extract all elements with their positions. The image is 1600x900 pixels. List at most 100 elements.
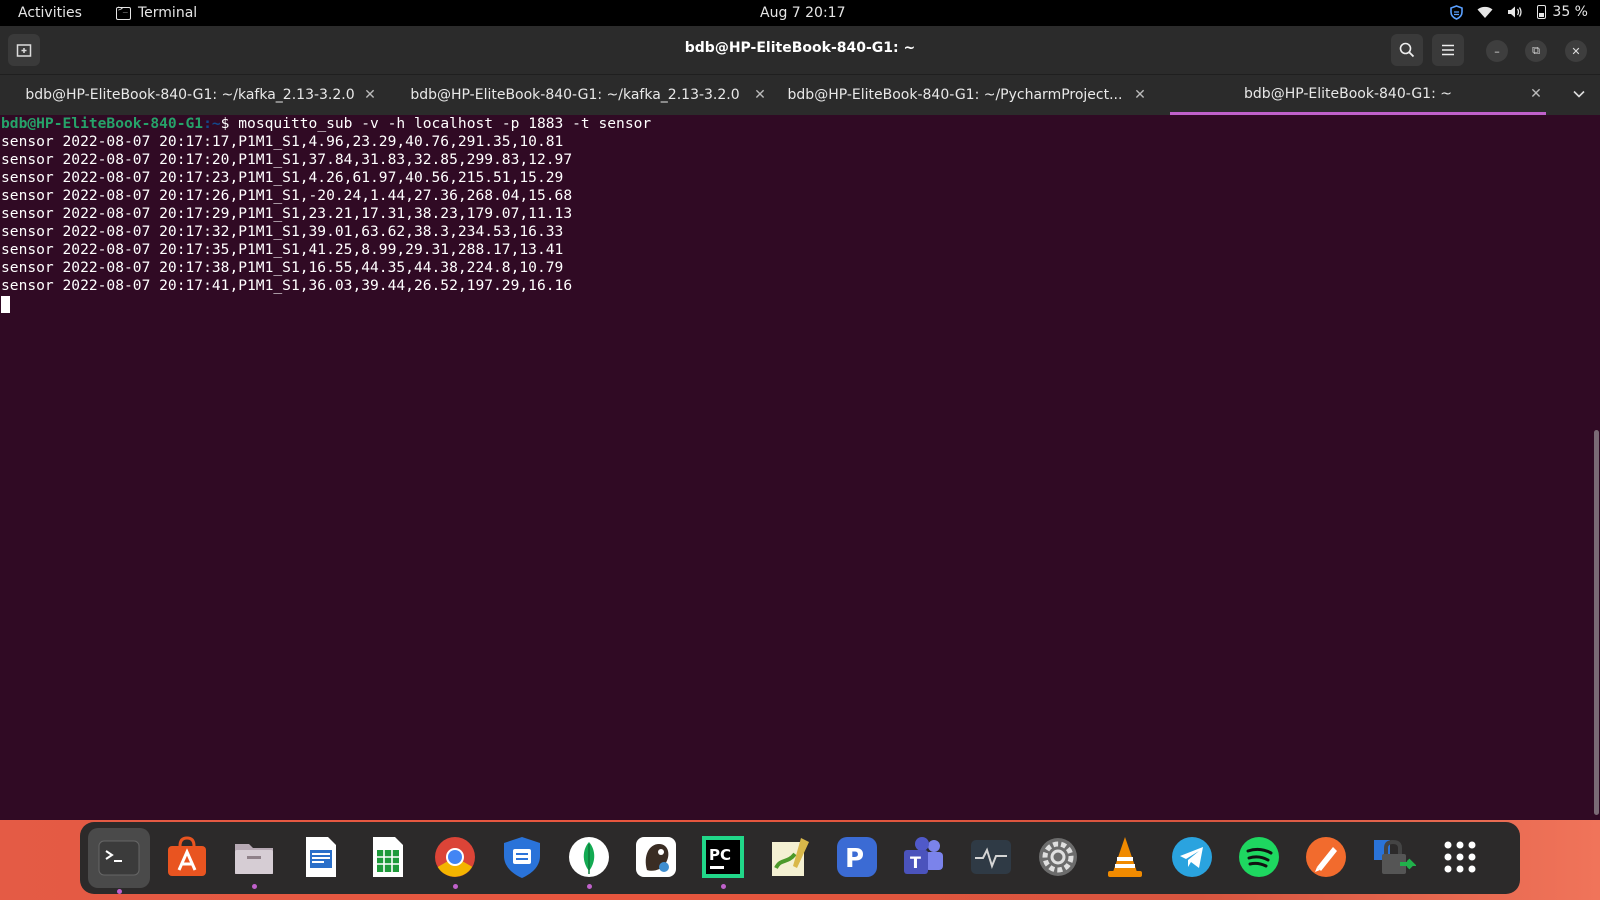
battery-percent: 35 % (1552, 4, 1588, 20)
running-indicator (452, 884, 458, 889)
battery-indicator[interactable]: 35 % (1537, 4, 1588, 20)
svg-text:T: T (910, 853, 921, 872)
tab-label: bdb@HP-EliteBook-840-G1: ~ (1244, 85, 1452, 102)
app-menu[interactable]: Terminal (116, 4, 198, 21)
teams-icon: T (904, 837, 943, 874)
dock-notes[interactable] (764, 831, 816, 883)
tab-pycharm[interactable]: bdb@HP-EliteBook-840-G1: ~/PycharmProjec… (780, 75, 1150, 115)
tab-close-icon[interactable]: ✕ (360, 87, 380, 103)
svg-text:P: P (845, 844, 864, 874)
tab-close-icon[interactable]: ✕ (750, 87, 770, 103)
dock-software-center[interactable] (161, 831, 213, 883)
prompt-symbol: $ (220, 115, 239, 132)
calc-icon (373, 837, 403, 877)
dock-mongodb[interactable] (563, 831, 615, 889)
close-icon: ✕ (1571, 44, 1581, 58)
spotify-icon (1239, 837, 1279, 877)
terminal-view[interactable]: bdb@HP-EliteBook-840-G1:~$ mosquitto_sub… (0, 115, 1600, 820)
tab-bar: bdb@HP-EliteBook-840-G1: ~/kafka_2.13-3.… (0, 74, 1600, 115)
tab-kafka-1[interactable]: bdb@HP-EliteBook-840-G1: ~/kafka_2.13-3.… (20, 75, 380, 115)
dock-shield-app[interactable] (496, 831, 548, 883)
lock-app-icon (1374, 839, 1416, 874)
shield-icon[interactable] (1450, 4, 1464, 20)
app-grid-icon (1444, 841, 1476, 873)
tab-label: bdb@HP-EliteBook-840-G1: ~/kafka_2.13-3.… (25, 87, 355, 103)
output-line: sensor 2022-08-07 20:17:38,P1M1_S1,16.55… (1, 259, 564, 276)
vlc-icon (1108, 837, 1142, 877)
tab-close-icon[interactable]: ✕ (1130, 87, 1150, 103)
writer-icon (306, 837, 336, 877)
dock-settings[interactable] (1032, 831, 1084, 883)
wifi-icon[interactable] (1477, 6, 1493, 19)
tab-close-icon[interactable]: ✕ (1526, 86, 1546, 102)
dock-dbeaver[interactable] (630, 831, 682, 883)
output-line: sensor 2022-08-07 20:17:23,P1M1_S1,4.26,… (1, 169, 564, 186)
dock-system-monitor[interactable] (965, 831, 1017, 883)
dock: PC P T (80, 822, 1520, 894)
output-line: sensor 2022-08-07 20:17:41,P1M1_S1,36.03… (1, 277, 573, 294)
output-line: sensor 2022-08-07 20:17:17,P1M1_S1,4.96,… (1, 133, 564, 150)
terminal-icon (98, 840, 140, 876)
text-cursor (1, 295, 10, 313)
system-tray[interactable]: 35 % (1450, 4, 1588, 20)
notes-icon (772, 838, 809, 876)
hamburger-icon (1442, 44, 1454, 56)
system-monitor-icon (971, 840, 1011, 874)
running-indicator (116, 889, 122, 894)
running-indicator (720, 884, 726, 889)
restore-button[interactable]: ⧉ (1525, 40, 1547, 62)
search-button[interactable] (1391, 34, 1423, 66)
dock-terminal[interactable] (88, 828, 150, 894)
minimize-icon: – (1494, 44, 1500, 58)
scrollbar[interactable] (1594, 430, 1599, 815)
app-name: Terminal (138, 5, 198, 21)
tab-home[interactable]: bdb@HP-EliteBook-840-G1: ~ ✕ (1170, 75, 1546, 115)
dock-spotify[interactable] (1233, 831, 1285, 883)
pycharm-icon: PC (702, 836, 744, 878)
dock-app-grid[interactable] (1434, 831, 1486, 883)
postman-icon: P (837, 837, 877, 877)
dock-chrome[interactable] (429, 831, 481, 889)
window-titlebar: bdb@HP-EliteBook-840-G1: ~ – ⧉ ✕ (0, 26, 1600, 74)
battery-icon (1537, 5, 1547, 19)
prompt-user: bdb@HP-EliteBook-840-G1 (1, 115, 204, 132)
dock-vlc[interactable] (1099, 831, 1151, 883)
output-line: sensor 2022-08-07 20:17:32,P1M1_S1,39.01… (1, 223, 564, 240)
dock-calc[interactable] (362, 831, 414, 883)
volume-icon[interactable] (1507, 5, 1523, 19)
dock-files[interactable] (228, 831, 280, 889)
cursor-line (0, 295, 1600, 313)
settings-icon (1039, 838, 1077, 876)
activities-button[interactable]: Activities (18, 5, 82, 21)
files-icon (235, 844, 273, 874)
dbeaver-icon (636, 837, 676, 877)
dock-teams[interactable]: T (898, 831, 950, 883)
running-indicator (251, 884, 257, 889)
telegram-icon (1172, 837, 1212, 877)
shield-app-icon (504, 837, 540, 878)
prompt-path: :~ (203, 115, 221, 132)
dock-postman[interactable]: P (831, 831, 883, 883)
minimize-button[interactable]: – (1486, 40, 1508, 62)
running-indicator (586, 884, 592, 889)
dock-telegram[interactable] (1166, 831, 1218, 883)
dock-pycharm[interactable]: PC (697, 831, 749, 889)
dock-writer[interactable] (295, 831, 347, 883)
command-text: mosquitto_sub -v -h localhost -p 1883 -t… (238, 115, 652, 132)
search-icon (1399, 42, 1415, 58)
close-window-button[interactable]: ✕ (1565, 40, 1587, 62)
chevron-down-icon[interactable] (1572, 87, 1586, 101)
window-title: bdb@HP-EliteBook-840-G1: ~ (684, 40, 916, 56)
new-tab-button[interactable] (8, 34, 40, 66)
top-bar: Activities Terminal Aug 7 20:17 35 % (0, 0, 1600, 26)
menu-button[interactable] (1432, 34, 1464, 66)
dock-pen-app[interactable] (1300, 831, 1352, 883)
tab-kafka-2[interactable]: bdb@HP-EliteBook-840-G1: ~/kafka_2.13-3.… (400, 75, 770, 115)
dock-lock-app[interactable] (1367, 831, 1419, 883)
command-line: bdb@HP-EliteBook-840-G1:~$ mosquitto_sub… (0, 115, 1600, 133)
output-line: sensor 2022-08-07 20:17:35,P1M1_S1,41.25… (1, 241, 564, 258)
output-line: sensor 2022-08-07 20:17:20,P1M1_S1,37.84… (1, 151, 573, 168)
terminal-icon (116, 4, 131, 20)
mongodb-icon (569, 837, 609, 877)
clock[interactable]: Aug 7 20:17 (760, 5, 846, 21)
